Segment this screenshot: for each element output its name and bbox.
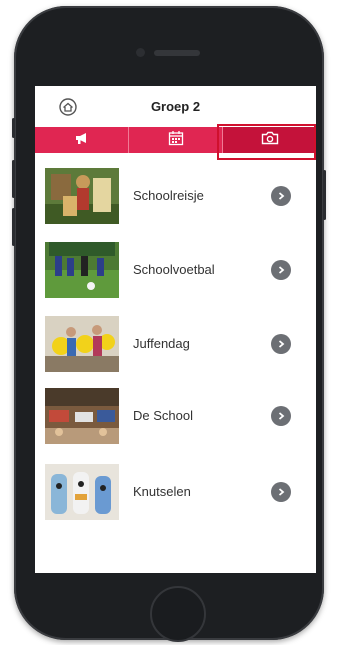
album-row-knutselen[interactable]: Knutselen: [35, 458, 316, 528]
power-button[interactable]: [323, 170, 326, 220]
earpiece-speaker: [154, 50, 200, 56]
calendar-icon: [168, 130, 184, 151]
volume-up-button[interactable]: [12, 160, 15, 198]
chevron-right-icon[interactable]: [271, 482, 291, 502]
album-row-de-school[interactable]: De School: [35, 382, 316, 452]
megaphone-icon: [74, 131, 90, 150]
front-camera: [136, 48, 145, 57]
album-thumbnail: [45, 316, 119, 372]
chevron-right-icon[interactable]: [271, 334, 291, 354]
album-thumbnail: [45, 168, 119, 224]
album-label: Schoolreisje: [133, 188, 204, 203]
album-label: Schoolvoetbal: [133, 262, 215, 277]
app-screen: Groep 2 Schoolreisje Schoolvoetbal Juffe…: [35, 86, 316, 573]
app-header: Groep 2: [35, 86, 316, 126]
tab-calendar[interactable]: [129, 127, 223, 153]
tab-news[interactable]: [35, 127, 129, 153]
home-button[interactable]: [150, 586, 206, 642]
album-label: Juffendag: [133, 336, 190, 351]
album-label: Knutselen: [133, 484, 191, 499]
album-row-schoolvoetbal[interactable]: Schoolvoetbal: [35, 236, 316, 306]
chevron-right-icon[interactable]: [271, 406, 291, 426]
album-thumbnail: [45, 464, 119, 520]
page-title: Groep 2: [150, 99, 201, 114]
mute-switch[interactable]: [12, 118, 15, 138]
album-row-schoolreisje[interactable]: Schoolreisje: [35, 162, 316, 232]
active-tab-highlight: [217, 124, 316, 160]
album-thumbnail: [45, 388, 119, 444]
album-row-juffendag[interactable]: Juffendag: [35, 310, 316, 380]
album-thumbnail: [45, 242, 119, 298]
album-label: De School: [133, 408, 193, 423]
chevron-right-icon[interactable]: [271, 186, 291, 206]
chevron-right-icon[interactable]: [271, 260, 291, 280]
volume-down-button[interactable]: [12, 208, 15, 246]
